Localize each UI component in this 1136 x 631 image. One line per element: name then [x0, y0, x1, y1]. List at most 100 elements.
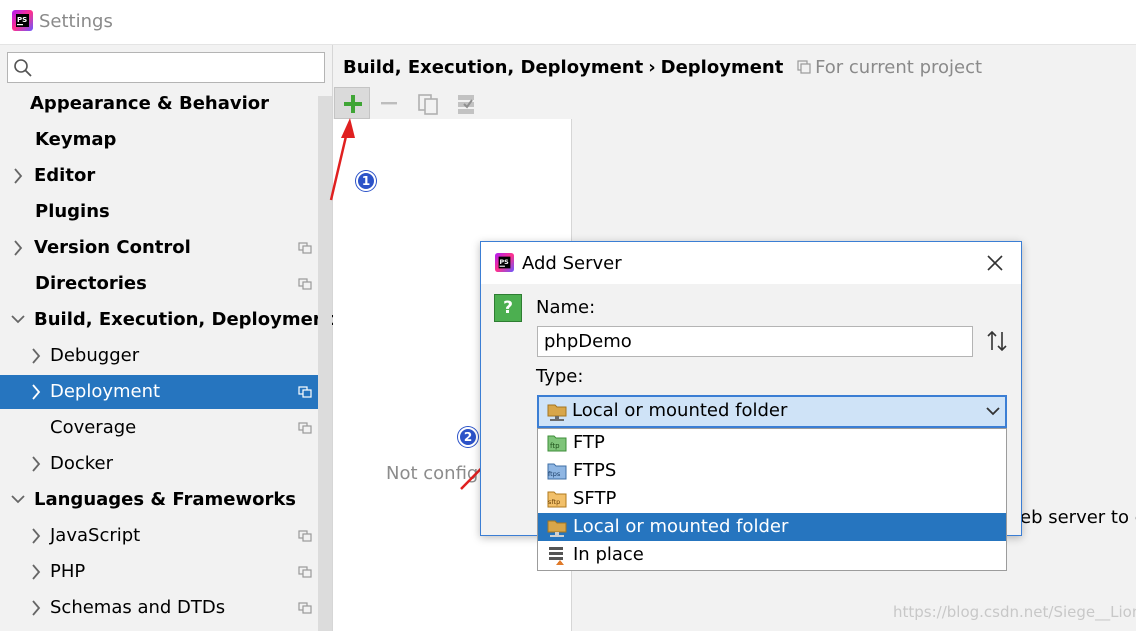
chevron-right-icon[interactable] — [28, 447, 44, 481]
sidebar-item-label: Deployment — [50, 381, 161, 402]
sidebar-item-php[interactable]: PHP — [0, 555, 318, 589]
sidebar-item-label: Debugger — [50, 345, 140, 366]
type-option-sftp[interactable]: sftp SFTP — [538, 485, 1006, 513]
type-option-label: FTPS — [573, 460, 617, 481]
breadcrumb-part-deployment: Deployment — [660, 57, 784, 78]
sort-arrows-icon[interactable] — [985, 330, 1009, 352]
in-place-icon — [549, 547, 564, 565]
servers-toolbar — [333, 87, 573, 119]
svg-text:PS: PS — [17, 16, 27, 24]
sidebar-item-schemas-and-dtds[interactable]: Schemas and DTDs — [0, 591, 318, 625]
type-option-in-place[interactable]: In place — [538, 541, 1006, 569]
project-scope-icon — [298, 386, 312, 398]
sidebar-item-version-control[interactable]: Version Control — [0, 231, 318, 265]
chevron-right-icon[interactable] — [28, 555, 44, 589]
help-button[interactable]: ? — [494, 294, 522, 322]
sidebar-item-keymap[interactable]: Keymap — [0, 123, 318, 157]
ftps-icon: ftps — [547, 463, 567, 480]
local-folder-icon — [547, 520, 567, 537]
sidebar-item-editor[interactable]: Editor — [0, 159, 318, 193]
type-option-ftps[interactable]: ftps FTPS — [538, 457, 1006, 485]
set-default-server-button[interactable] — [447, 87, 483, 119]
sidebar-item-javascript[interactable]: JavaScript — [0, 519, 318, 553]
settings-sidebar: Appearance & Behavior Keymap Editor Plugins… — [0, 45, 334, 631]
sidebar-item-label: Editor — [34, 165, 96, 186]
local-folder-icon — [547, 404, 567, 421]
copy-server-button[interactable] — [409, 87, 445, 119]
project-scope-icon — [797, 60, 811, 74]
project-scope-icon — [298, 530, 312, 542]
sidebar-item-appearance-behavior[interactable]: Appearance & Behavior — [0, 87, 318, 121]
sidebar-item-languages-frameworks[interactable]: Languages & Frameworks — [0, 483, 318, 517]
project-scope-icon — [298, 278, 312, 290]
type-option-label: FTP — [573, 432, 605, 453]
breadcrumb-part-build: Build, Execution, Deployment — [343, 57, 644, 78]
sidebar-item-label: Build, Execution, Deployment — [34, 309, 335, 330]
project-scope-icon — [298, 566, 312, 578]
project-scope-icon — [298, 242, 312, 254]
sidebar-item-debugger[interactable]: Debugger — [0, 339, 318, 373]
sftp-icon: sftp — [547, 491, 567, 508]
chevron-right-icon[interactable] — [28, 375, 44, 409]
copy-icon — [418, 94, 438, 115]
sidebar-item-plugins[interactable]: Plugins — [0, 195, 318, 229]
chevron-right-icon[interactable] — [10, 159, 26, 193]
type-option-local-folder[interactable]: Local or mounted folder — [538, 513, 1006, 541]
svg-text:ftp: ftp — [550, 442, 560, 450]
breadcrumb-separator: › — [648, 57, 656, 78]
svg-text:ftps: ftps — [548, 470, 561, 478]
minus-icon — [381, 102, 397, 105]
type-option-label: SFTP — [573, 488, 617, 509]
project-scope-icon — [298, 422, 312, 434]
phpstorm-logo-icon: PS — [12, 10, 33, 31]
sidebar-item-label: Plugins — [35, 201, 110, 222]
search-icon — [14, 59, 32, 77]
sidebar-item-build-execution-deployment[interactable]: Build, Execution, Deployment — [0, 303, 334, 337]
sidebar-item-coverage[interactable]: Coverage — [0, 411, 318, 445]
plus-icon — [344, 95, 362, 113]
sidebar-item-label: Languages & Frameworks — [34, 489, 297, 510]
phpstorm-logo-icon: PS — [495, 253, 514, 272]
settings-search-input[interactable] — [7, 52, 325, 83]
sidebar-item-label: Version Control — [34, 237, 191, 258]
obscured-description-text: eb server to c — [1020, 507, 1136, 528]
chevron-down-icon[interactable] — [10, 303, 26, 337]
watermark-text: https://blog.csdn.net/Siege__Lion — [893, 603, 1136, 621]
sidebar-item-label: PHP — [50, 561, 86, 582]
chevron-down-icon[interactable] — [10, 483, 26, 517]
type-option-label: Local or mounted folder — [573, 516, 789, 537]
annotation-arrow-1 — [329, 118, 355, 201]
chevron-right-icon[interactable] — [28, 519, 44, 553]
svg-text:PS: PS — [500, 259, 510, 266]
close-icon[interactable] — [986, 254, 1004, 272]
name-label: Name: — [536, 297, 596, 318]
title-bar: PS Settings — [0, 0, 1136, 45]
chevron-right-icon[interactable] — [10, 231, 26, 265]
window-title: Settings — [39, 11, 113, 32]
server-name-input[interactable] — [537, 326, 973, 357]
selected-type-label: Local or mounted folder — [572, 400, 788, 421]
sidebar-item-deployment[interactable]: Deployment — [0, 375, 332, 409]
type-label: Type: — [536, 366, 584, 387]
sidebar-item-label: Directories — [35, 273, 147, 294]
sidebar-item-label: Keymap — [35, 129, 117, 150]
remove-server-button[interactable] — [371, 87, 407, 119]
chevron-right-icon[interactable] — [28, 591, 44, 625]
dialog-title-bar: PS Add Server — [481, 242, 1021, 284]
sidebar-item-label: Docker — [50, 453, 114, 474]
scope-label: For current project — [815, 57, 983, 78]
annotation-badge-1: 1 — [356, 171, 376, 191]
type-option-label: In place — [573, 544, 644, 565]
sidebar-item-directories[interactable]: Directories — [0, 267, 318, 301]
chevron-down-icon — [986, 407, 1000, 416]
project-scope-icon — [298, 602, 312, 614]
sidebar-item-label: JavaScript — [50, 525, 141, 546]
type-option-ftp[interactable]: ftp FTP — [538, 429, 1006, 457]
sidebar-item-label: Schemas and DTDs — [50, 597, 226, 618]
sidebar-item-docker[interactable]: Docker — [0, 447, 318, 481]
annotation-badge-2: 2 — [458, 427, 478, 447]
sidebar-item-label: Coverage — [50, 417, 137, 438]
server-type-select[interactable]: Local or mounted folder — [537, 395, 1007, 428]
chevron-right-icon[interactable] — [28, 339, 44, 373]
set-default-icon — [458, 95, 474, 114]
